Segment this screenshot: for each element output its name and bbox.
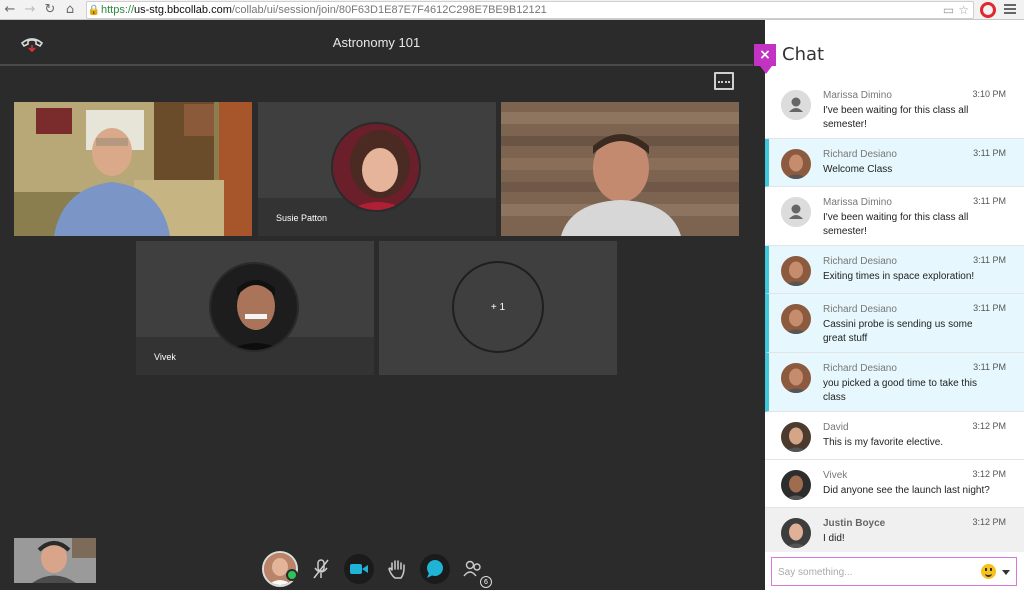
chat-message-text: I did! (823, 533, 845, 544)
chat-message-text: Did anyone see the launch last night? (823, 485, 990, 496)
chat-panel: × Chat Marissa Dimino 3:10 PM I've been wa… (754, 20, 1024, 590)
chat-compose-box (771, 557, 1017, 586)
chat-message-time: 3:11 PM (973, 255, 1006, 265)
chat-message: Marissa Dimino 3:10 PM I've been waiting f… (765, 80, 1024, 139)
chat-message-time: 3:11 PM (973, 196, 1006, 206)
back-arrow-icon[interactable]: ← (0, 0, 20, 20)
participant-name: Vivek (154, 352, 176, 362)
mute-microphone-button[interactable] (306, 554, 336, 584)
chat-message-author: Richard Desiano (823, 149, 897, 160)
avatar (781, 149, 811, 179)
chat-message-text: Welcome Class (823, 164, 893, 175)
chat-message-input[interactable] (778, 563, 968, 581)
chat-message-text: I've been waiting for this class all sem… (823, 212, 969, 237)
session-controls: 6 (262, 550, 492, 588)
session-header: Astronomy 101 (0, 20, 753, 66)
url-path: /collab/ui/session/join/80F63D1E87E7F461… (231, 4, 547, 16)
session-stage: Astronomy 101 Susie Patton Vivek + 1 6 (0, 20, 765, 590)
chat-message-text: I've been waiting for this class all sem… (823, 105, 969, 130)
chat-message-time: 3:12 PM (972, 469, 1006, 479)
chat-message-time: 3:12 PM (972, 421, 1006, 431)
bookmark-star-icon[interactable]: ☆ (958, 3, 969, 17)
chat-message: Richard Desiano 3:11 PM Welcome Class (765, 139, 1024, 187)
chat-message: Richard Desiano 3:11 PM you picked a good … (765, 353, 1024, 412)
chat-message-text: Exiting times in space exploration! (823, 271, 975, 282)
participant-tile[interactable]: Susie Patton (258, 102, 496, 236)
emoji-picker-icon[interactable] (981, 564, 996, 579)
participant-video-tile[interactable] (14, 102, 252, 236)
participant-video (14, 102, 252, 236)
chat-message: Marissa Dimino 3:11 PM I've been waiting f… (765, 187, 1024, 246)
chat-message-text: you picked a good time to take this clas… (823, 378, 977, 403)
participant-video (501, 102, 739, 236)
chat-message-author: Marissa Dimino (823, 197, 892, 208)
attendees-count-badge: 6 (480, 576, 492, 588)
chat-message-time: 3:11 PM (973, 362, 1006, 372)
chat-message-time: 3:10 PM (972, 89, 1006, 99)
chat-message-time: 3:12 PM (972, 517, 1006, 527)
chat-message-text: This is my favorite elective. (823, 437, 944, 448)
camera-button[interactable] (344, 554, 374, 584)
page-action-icon[interactable]: ▭ (943, 3, 954, 17)
chat-message-author: Marissa Dimino (823, 90, 892, 101)
chat-message-author: Richard Desiano (823, 256, 897, 267)
avatar (781, 256, 811, 286)
close-chat-button[interactable]: × (754, 44, 776, 74)
layout-toggle-icon[interactable] (714, 72, 734, 90)
chat-toggle-button[interactable] (420, 554, 450, 584)
self-view-video[interactable] (14, 538, 96, 583)
chat-message-text: Cassini probe is sending us some great s… (823, 319, 973, 344)
opera-extension-icon[interactable] (980, 2, 996, 18)
chat-message-author: Justin Boyce (823, 518, 886, 529)
more-participants-tile[interactable]: + 1 (379, 241, 617, 375)
participant-name: Susie Patton (276, 213, 328, 223)
default-user-icon (781, 197, 811, 227)
browser-menu-icon[interactable] (1004, 3, 1016, 15)
session-title: Astronomy 101 (332, 35, 421, 50)
avatar (781, 518, 811, 548)
avatar (781, 470, 811, 500)
avatar (781, 422, 811, 452)
default-user-icon (781, 90, 811, 120)
online-status-indicator (286, 569, 298, 581)
avatar (781, 363, 811, 393)
address-bar[interactable]: 🔒 https://us-stg.bbcollab.com/collab/ui/… (86, 1, 974, 19)
microphone-off-icon (313, 559, 329, 579)
chat-message-time: 3:11 PM (973, 303, 1006, 313)
chat-message-author: Richard Desiano (823, 363, 897, 374)
lock-icon: 🔒 (87, 4, 101, 16)
more-participants-count: + 1 (452, 261, 544, 353)
participant-video-tile[interactable] (501, 102, 739, 236)
raise-hand-button[interactable] (382, 554, 412, 584)
chevron-down-icon[interactable] (1002, 570, 1010, 575)
chat-message-author: Vivek (823, 470, 848, 481)
chat-message: David 3:12 PM This is my favorite elective… (765, 412, 1024, 460)
url-host: us-stg.bbcollab.com (134, 4, 232, 16)
chat-message: Justin Boyce 3:12 PM I did! (765, 508, 1024, 552)
chat-message-time: 3:11 PM (973, 148, 1006, 158)
chat-message-author: David (823, 422, 849, 433)
attendees-button[interactable]: 6 (458, 554, 492, 588)
chat-message-list[interactable]: Marissa Dimino 3:10 PM I've been waiting f… (765, 80, 1024, 552)
participant-tile[interactable]: Vivek (136, 241, 374, 375)
home-icon[interactable]: ⌂ (60, 0, 80, 20)
url-scheme: https:// (101, 4, 135, 16)
chat-message: Richard Desiano 3:11 PM Exiting times in s… (765, 246, 1024, 294)
hand-icon (388, 560, 405, 579)
chat-title: Chat (782, 44, 825, 65)
chat-message-author: Richard Desiano (823, 304, 897, 315)
chat-message: Richard Desiano 3:11 PM Cassini probe is s… (765, 294, 1024, 353)
participant-avatar (209, 262, 299, 352)
forward-arrow-icon[interactable]: → (20, 0, 40, 20)
participant-avatar (331, 122, 421, 212)
video-camera-icon (350, 564, 368, 574)
browser-toolbar: ← → ↻ ⌂ 🔒 https://us-stg.bbcollab.com/co… (0, 0, 1024, 20)
reload-icon[interactable]: ↻ (40, 0, 60, 20)
chat-bubble-icon (427, 560, 443, 578)
avatar (781, 304, 811, 334)
attendees-icon (463, 560, 481, 577)
chat-message: Vivek 3:12 PM Did anyone see the launch la… (765, 460, 1024, 508)
